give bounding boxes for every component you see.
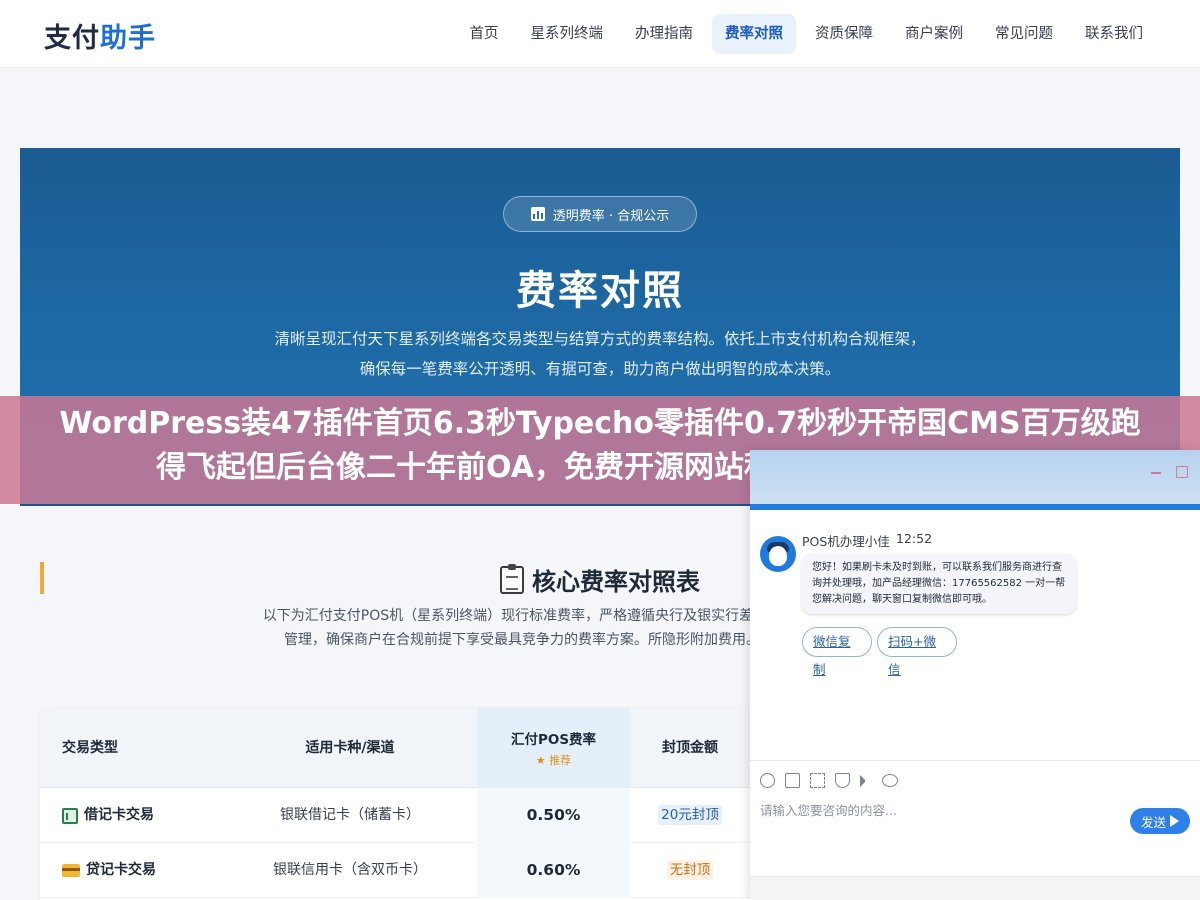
chat-window-controls	[1150, 466, 1188, 478]
chat-footer	[750, 876, 1200, 900]
nav-star-terminals[interactable]: 星系列终端	[518, 14, 617, 54]
nav-cases[interactable]: 商户案例	[892, 14, 976, 54]
row-cap: 无封顶	[630, 843, 750, 898]
agent-name: POS机办理小佳	[802, 534, 890, 549]
send-icon	[1170, 815, 1179, 827]
table-header: 交易类型 适用卡种/渠道 汇付POS费率 ★ 推荐 封顶金额	[40, 708, 780, 788]
bar-chart-icon	[530, 207, 545, 221]
chat-history-icon[interactable]	[882, 774, 898, 787]
table-row: 借记卡交易 银联借记卡（储蓄卡） 0.50% 20元封顶	[40, 788, 780, 843]
hero-badge: 透明费率 · 合规公示	[503, 196, 697, 232]
send-button[interactable]: 发送	[1130, 808, 1190, 834]
row-card: 银联信用卡（含双币卡）	[273, 862, 427, 878]
recommended-badge: ★ 推荐	[535, 754, 572, 767]
highlight-column-header-bg	[477, 708, 630, 788]
nav-rates[interactable]: 费率对照	[712, 14, 796, 54]
minimize-icon[interactable]	[1150, 466, 1162, 478]
clipboard-icon	[500, 563, 524, 594]
section-description: 以下为汇付支付POS机（星系列终端）现行标准费率，严格遵循央行及银实行差异化管理…	[262, 608, 782, 648]
header-transaction-type: 交易类型	[62, 740, 118, 756]
row-type: 借记卡交易	[62, 788, 154, 843]
agent-message: 您好！如果刷卡未及时到账，可以联系我们服务商进行查询并处理哦，加产品经理微信：1…	[802, 554, 1076, 614]
row-type-label: 贷记卡交易	[86, 862, 156, 878]
agent-avatar	[760, 536, 796, 572]
header-cap: 封顶金额	[662, 740, 718, 756]
main-nav: 首页 星系列终端 办理指南 费率对照 资质保障 商户案例 常见问题 联系我们	[457, 14, 1157, 54]
row-card: 银联借记卡（储蓄卡）	[280, 807, 420, 823]
nav-contact[interactable]: 联系我们	[1072, 14, 1156, 54]
hero-badge-text: 透明费率 · 合规公示	[552, 208, 670, 224]
nav-home[interactable]: 首页	[457, 14, 512, 54]
row-rate: 0.50%	[526, 806, 581, 824]
rate-table: 交易类型 适用卡种/渠道 汇付POS费率 ★ 推荐 封顶金额 借记卡交易 银联借…	[40, 708, 780, 900]
chat-accent-bar	[750, 504, 1200, 510]
chat-input[interactable]	[760, 800, 1120, 820]
chat-widget: POS机办理小佳 12:52 您好！如果刷卡未及时到账，可以联系我们服务商进行查…	[750, 450, 1200, 900]
row-cap: 20元封顶	[630, 788, 750, 843]
chat-toolbar	[750, 760, 1200, 800]
row-rate: 0.60%	[526, 861, 581, 879]
maximize-icon[interactable]	[1176, 466, 1188, 478]
send-label: 发送	[1140, 814, 1166, 830]
nav-guide[interactable]: 办理指南	[622, 14, 706, 54]
section-accent-bar	[40, 562, 44, 594]
site-header: 支付助手 首页 星系列终端 办理指南 费率对照 资质保障 商户案例 常见问题 联…	[0, 0, 1200, 68]
shield-icon[interactable]	[835, 773, 850, 788]
image-icon[interactable]	[785, 773, 800, 788]
hero-title: 费率对照	[516, 268, 684, 314]
scan-wechat-button[interactable]: 扫码+微信	[877, 627, 957, 677]
row-type-label: 借记卡交易	[84, 807, 154, 823]
credit-card-icon	[62, 864, 80, 877]
site-logo[interactable]: 支付助手	[44, 16, 156, 55]
logo-text-part1: 支付	[44, 23, 100, 54]
header-card-channel: 适用卡种/渠道	[305, 740, 395, 756]
section-title: 核心费率对照表	[500, 562, 700, 597]
chat-header	[750, 450, 1200, 510]
section-title-text: 核心费率对照表	[532, 568, 700, 596]
row-type: 贷记卡交易	[62, 843, 156, 898]
cap-badge: 20元封顶	[658, 805, 722, 825]
screenshot-icon[interactable]	[810, 773, 825, 788]
table-row: 贷记卡交易 银联信用卡（含双币卡） 0.60% 无封顶	[40, 843, 780, 898]
cap-badge: 无封顶	[666, 860, 714, 880]
debit-card-icon	[62, 807, 78, 824]
message-time: 12:52	[896, 531, 933, 546]
hero-description: 清晰呈现汇付天下星系列终端各交易类型与结算方式的费率结构。依托上市支付机构合规框…	[274, 330, 926, 378]
logo-text-part2: 助手	[100, 23, 156, 54]
copy-wechat-button[interactable]: 微信复制	[802, 627, 872, 677]
voice-icon[interactable]	[860, 774, 872, 787]
nav-faq[interactable]: 常见问题	[982, 14, 1066, 54]
emoji-icon[interactable]	[760, 773, 775, 788]
header-rate: 汇付POS费率	[510, 732, 597, 748]
nav-qualifications[interactable]: 资质保障	[802, 14, 886, 54]
